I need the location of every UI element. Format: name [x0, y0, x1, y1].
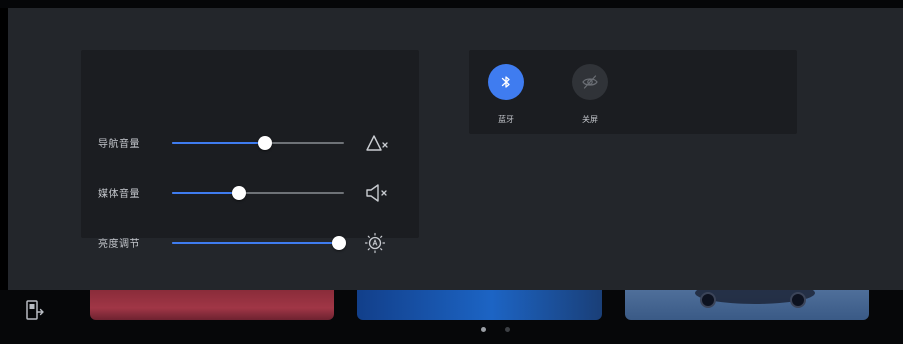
nav-volume-slider[interactable]: [172, 136, 344, 150]
control-center-overlay: 导航音量 媒体音量 亮度调节 蓝牙 关屏: [8, 8, 903, 290]
top-bar: [0, 0, 903, 8]
sliders-panel: 导航音量 媒体音量 亮度调节: [81, 50, 419, 254]
speaker-mute-icon[interactable]: [364, 181, 390, 205]
brightness-slider[interactable]: [172, 236, 346, 250]
exit-door-icon[interactable]: [25, 299, 45, 321]
nav-volume-thumb[interactable]: [257, 136, 272, 150]
brightness-fill: [172, 242, 339, 244]
screen-off-label: 关屏: [582, 115, 598, 124]
media-volume-slider[interactable]: [172, 186, 344, 200]
brightness-label: 亮度调节: [98, 239, 140, 250]
quick-actions-panel: 蓝牙 关屏: [469, 50, 797, 134]
car-wheel-right: [790, 292, 806, 308]
launcher-card-2[interactable]: [357, 290, 602, 320]
media-volume-label: 媒体音量: [98, 189, 140, 200]
auto-brightness-icon[interactable]: [364, 231, 390, 255]
launcher-card-1[interactable]: [90, 290, 334, 320]
media-volume-thumb[interactable]: [232, 186, 247, 200]
bluetooth-button[interactable]: [488, 64, 524, 100]
brightness-thumb[interactable]: [331, 236, 346, 250]
bluetooth-label: 蓝牙: [498, 115, 514, 124]
nav-volume-label: 导航音量: [98, 139, 140, 150]
media-volume-fill: [172, 192, 240, 194]
screen-off-button[interactable]: [572, 64, 608, 100]
nav-volume-row: 导航音量: [81, 131, 419, 155]
page-dot-1[interactable]: [481, 327, 486, 332]
media-volume-row: 媒体音量: [81, 181, 419, 205]
nav-volume-fill: [172, 142, 265, 144]
launcher-card-3[interactable]: [625, 290, 869, 320]
brightness-row: 亮度调节: [81, 231, 419, 255]
page-dot-2[interactable]: [505, 327, 510, 332]
navigation-mute-icon[interactable]: [364, 131, 390, 155]
car-wheel-left: [700, 292, 716, 308]
